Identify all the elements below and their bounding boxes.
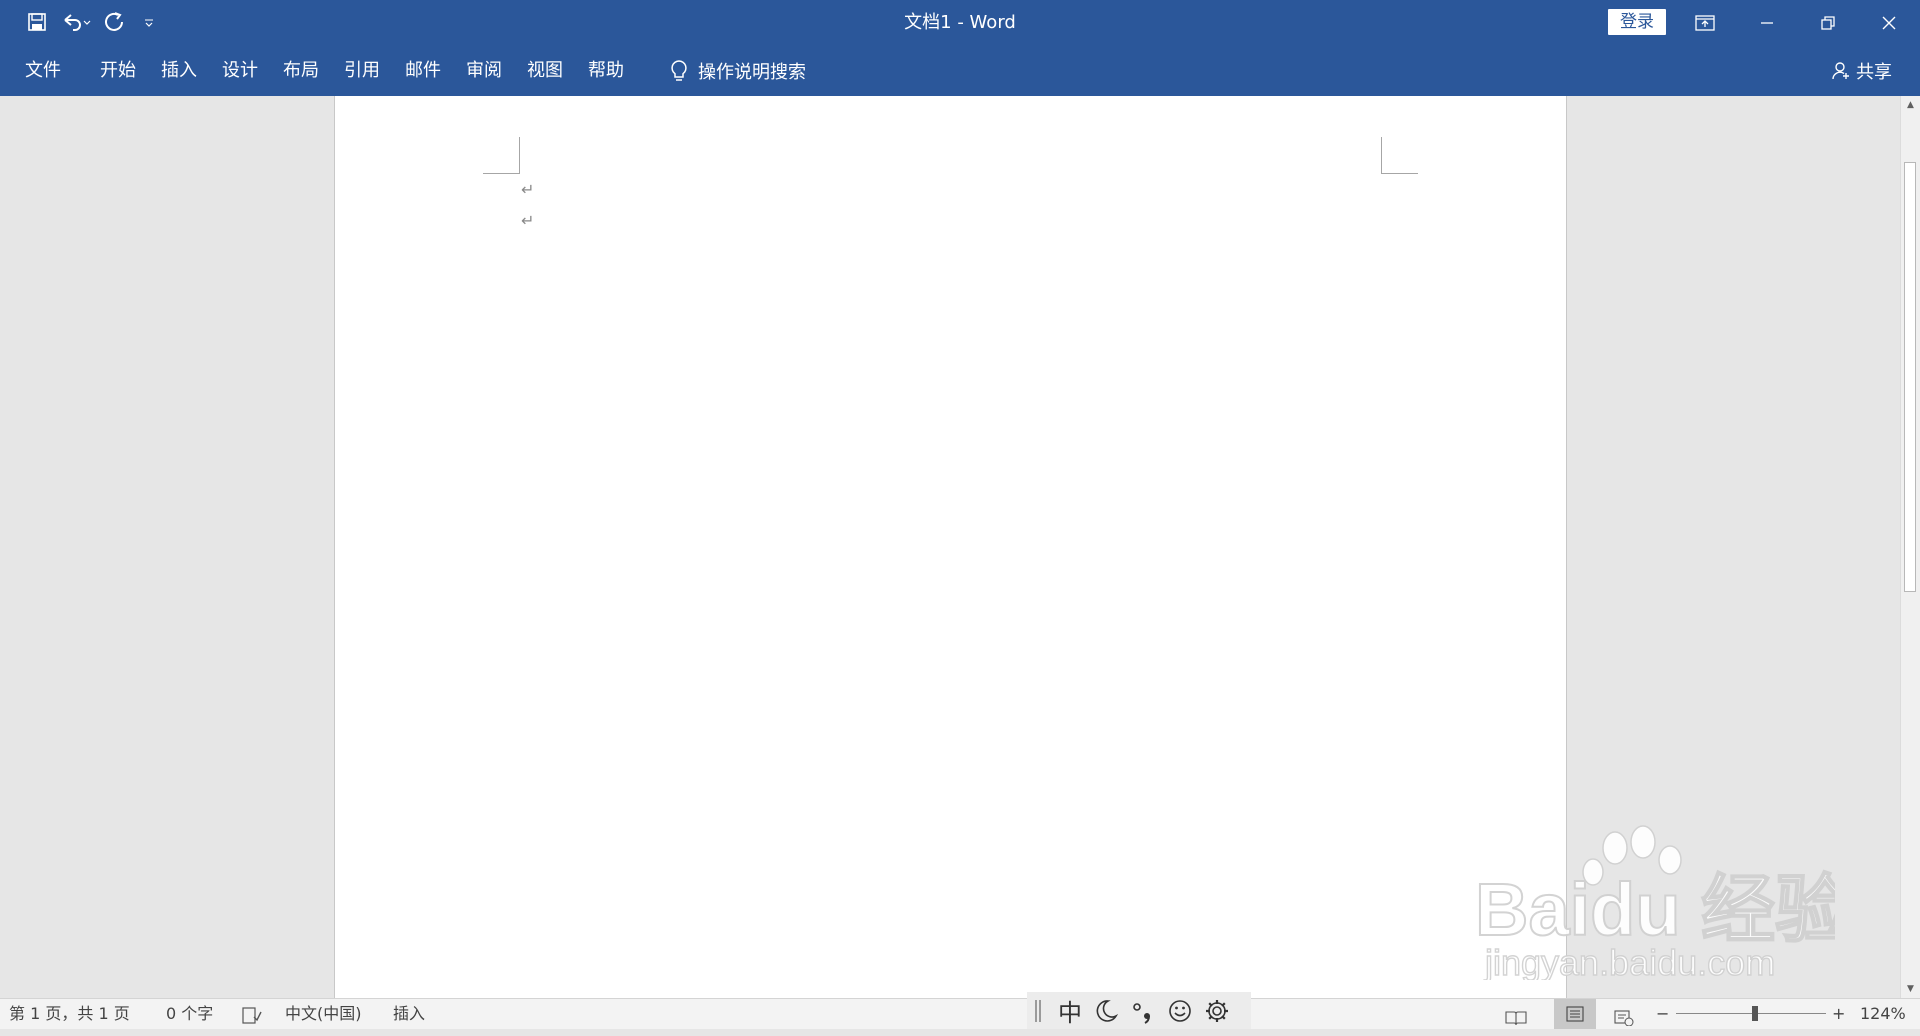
ime-toolbar: 中 xyxy=(1027,992,1251,1029)
crop-mark-top-left xyxy=(483,137,520,174)
tab-design[interactable]: 设计 xyxy=(213,45,267,96)
page-count-status[interactable]: 第 1 页，共 1 页 xyxy=(9,999,130,1029)
vertical-scrollbar[interactable]: ▲ ▼ xyxy=(1900,96,1920,998)
tab-layout[interactable]: 布局 xyxy=(274,45,328,96)
tab-references[interactable]: 引用 xyxy=(335,45,389,96)
title-bar: 文档1 - Word 登录 xyxy=(0,0,1920,45)
emoji-icon[interactable] xyxy=(1167,998,1193,1024)
tab-file[interactable]: 文件 xyxy=(12,45,70,96)
paragraph-mark: ↵ xyxy=(521,180,535,199)
minimize-button[interactable] xyxy=(1742,0,1792,45)
status-bar: 第 1 页，共 1 页 0 个字 中文(中国) 插入 − + 124% xyxy=(0,998,1920,1029)
zoom-level[interactable]: 124% xyxy=(1860,999,1906,1029)
zoom-slider-thumb[interactable] xyxy=(1752,1006,1758,1021)
insert-mode-status[interactable]: 插入 xyxy=(393,999,425,1029)
close-button[interactable] xyxy=(1864,0,1914,45)
ribbon-tab-bar: 文件 开始 插入 设计 布局 引用 邮件 审阅 视图 帮助 操作说明搜索 共享 xyxy=(0,45,1920,96)
lightbulb-icon xyxy=(671,59,687,81)
ribbon-tabs: 文件 开始 插入 设计 布局 引用 邮件 审阅 视图 帮助 xyxy=(12,45,640,96)
zoom-in-button[interactable]: + xyxy=(1832,999,1845,1029)
read-mode-view-button[interactable] xyxy=(1505,1006,1527,1026)
zoom-out-button[interactable]: − xyxy=(1656,999,1669,1029)
tab-view[interactable]: 视图 xyxy=(518,45,572,96)
document-page[interactable]: ↵ ↵ xyxy=(334,96,1567,998)
tab-mailings[interactable]: 邮件 xyxy=(396,45,450,96)
watermark-brand: Baidu 经验 xyxy=(1475,868,1835,951)
watermark-url: jingyan.baidu.com xyxy=(1484,942,1775,980)
tab-insert[interactable]: 插入 xyxy=(152,45,206,96)
scroll-down-arrow[interactable]: ▼ xyxy=(1901,980,1920,998)
minimize-icon xyxy=(1761,21,1773,24)
paragraph-mark: ↵ xyxy=(521,211,535,230)
zoom-slider[interactable] xyxy=(1676,1013,1826,1014)
ribbon-display-options-button[interactable] xyxy=(1680,0,1730,45)
punctuation-icon[interactable] xyxy=(1130,998,1156,1024)
print-layout-view-button[interactable] xyxy=(1554,999,1596,1029)
close-icon xyxy=(1882,16,1896,29)
ime-drag-handle[interactable] xyxy=(1035,999,1041,1022)
tab-review[interactable]: 审阅 xyxy=(457,45,511,96)
proofing-icon[interactable] xyxy=(242,1005,262,1024)
moon-icon[interactable] xyxy=(1093,998,1119,1024)
tab-help[interactable]: 帮助 xyxy=(579,45,633,96)
word-count-status[interactable]: 0 个字 xyxy=(166,999,213,1029)
tab-home[interactable]: 开始 xyxy=(91,45,145,96)
tell-me-search[interactable]: 操作说明搜索 xyxy=(670,45,806,96)
restore-button[interactable] xyxy=(1803,0,1853,45)
tell-me-label: 操作说明搜索 xyxy=(698,61,806,83)
print-layout-icon xyxy=(1566,1006,1584,1022)
share-person-icon xyxy=(1832,61,1849,79)
web-layout-icon xyxy=(1614,1010,1634,1027)
share-button[interactable]: 共享 xyxy=(1831,45,1892,96)
restore-icon xyxy=(1821,15,1835,30)
login-button[interactable]: 登录 xyxy=(1608,9,1666,35)
share-label: 共享 xyxy=(1856,61,1892,83)
ime-mode-toggle[interactable]: 中 xyxy=(1058,993,1082,1028)
scroll-thumb[interactable] xyxy=(1904,162,1916,592)
gear-icon[interactable] xyxy=(1204,998,1230,1024)
scroll-up-arrow[interactable]: ▲ xyxy=(1901,96,1920,114)
ribbon-display-icon xyxy=(1695,14,1715,31)
baidu-jingyan-watermark: Baidu 经验 jingyan.baidu.com xyxy=(1474,825,1835,980)
language-status[interactable]: 中文(中国) xyxy=(285,999,362,1029)
read-mode-icon xyxy=(1505,1011,1527,1026)
web-layout-view-button[interactable] xyxy=(1614,1006,1634,1027)
crop-mark-top-right xyxy=(1381,137,1418,174)
